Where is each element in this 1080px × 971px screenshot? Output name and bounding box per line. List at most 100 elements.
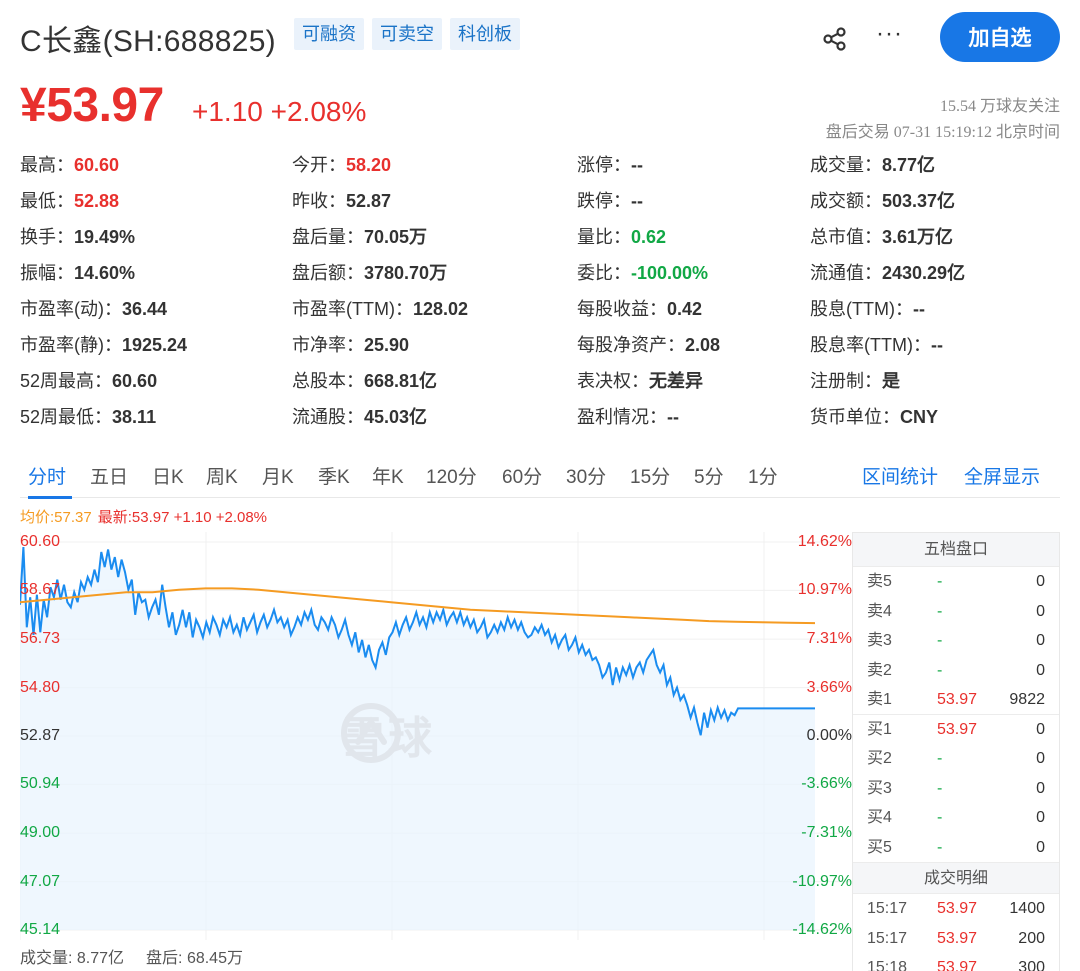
quote-item: 成交量：8.77亿 [810, 150, 935, 180]
order-quantity: 0 [1036, 632, 1045, 649]
quote-item: 总股本：668.81亿 [292, 366, 437, 396]
current-price: ¥53.97 [20, 79, 164, 132]
intraday-chart[interactable]: 雪球 60.60 58.67 56.73 54.80 52.87 50.94 49.00 47… [20, 532, 852, 940]
quote-value: CNY [900, 407, 939, 427]
stock-header: C长鑫(SH:688825) 可融资 可卖空 科创板 ··· 加自选 [20, 12, 1060, 62]
tab-period[interactable]: 月K [262, 462, 294, 489]
quote-value: 3.61万亿 [882, 227, 954, 247]
quote-item: 市盈率(动)：36.44 [20, 294, 167, 324]
quote-value: 19.49% [74, 227, 136, 247]
order-quantity: 0 [1036, 809, 1045, 826]
more-options-icon[interactable]: ··· [876, 20, 903, 48]
y-axis-price-label: 50.94 [20, 775, 61, 793]
trade-row: 15:18 53.97 300 [853, 953, 1059, 971]
quote-value: 45.03亿 [364, 407, 428, 427]
fullscreen-button[interactable]: 全屏显示 [964, 462, 1040, 489]
quote-value: 128.02 [412, 299, 469, 319]
quote-value: 0.42 [667, 299, 703, 319]
tab-period[interactable]: 日K [152, 462, 184, 489]
order-quantity: 0 [1036, 779, 1045, 797]
y-axis-price-label: 60.60 [20, 533, 61, 550]
tab-period[interactable]: 周K [206, 462, 238, 489]
quote-item: 每股收益：0.42 [577, 294, 702, 324]
quote-item: 盈利情况：-- [577, 402, 679, 432]
ask-row: 卖5 - 0 [853, 567, 1059, 597]
quote-item: 表决权：无差异 [577, 366, 703, 396]
quote-row: 52周最低：38.11 流通股：45.03亿 盈利情况：-- 货币单位：CNY [20, 402, 1060, 438]
quote-item: 股息(TTM)：-- [810, 294, 925, 324]
tab-period[interactable]: 30分 [566, 462, 606, 489]
quote-value: 668.81亿 [364, 371, 438, 391]
y-axis-percent-label: -10.97% [792, 872, 852, 890]
add-watchlist-button[interactable]: 加自选 [940, 12, 1060, 62]
quote-value: 52.87 [346, 191, 392, 211]
quote-label: 注册制： [810, 371, 882, 391]
legend-avg-price: 均价:57.37 [20, 509, 92, 526]
order-level-label: 卖3 [867, 632, 892, 649]
quote-label: 市盈率(动)： [20, 299, 122, 319]
quote-value: -- [930, 335, 943, 355]
chart-period-tabs: 分时 五日 日K 周K 月K 季K 年K 120分 60分 30分 15分 5分 1分 区间统计 全屏显示 [20, 458, 1060, 499]
quote-value: -- [631, 155, 643, 175]
tab-period[interactable]: 五日 [90, 462, 128, 489]
quote-item: 最高：60.60 [20, 150, 119, 180]
tag-star-market[interactable]: 科创板 [450, 18, 520, 50]
tab-period[interactable]: 5分 [694, 462, 724, 489]
bid-row: 买1 53.97 0 [853, 715, 1059, 745]
quote-label: 每股收益： [577, 299, 667, 319]
legend-last-price: 最新:53.97 +1.10 +2.08% [97, 509, 268, 526]
order-quantity: 0 [1036, 720, 1045, 738]
quote-value: 70.05万 [364, 227, 428, 247]
trade-time: 盘后交易 07-31 15:19:12 北京时间 [825, 124, 1060, 141]
quote-label: 最低： [20, 191, 74, 211]
y-axis-percent-label: -3.66% [801, 775, 852, 793]
tag-margin[interactable]: 可融资 [294, 18, 364, 50]
share-icon[interactable] [820, 24, 850, 54]
order-level-label: 卖5 [867, 573, 892, 590]
quote-value: 60.60 [112, 371, 158, 391]
quote-value: 36.44 [122, 299, 168, 319]
tab-period[interactable]: 年K [372, 462, 404, 489]
bid-row: 买5 - 0 [853, 833, 1059, 863]
quote-item: 流通值：2430.29亿 [810, 258, 965, 288]
order-quantity: 0 [1036, 661, 1045, 679]
tab-period[interactable]: 120分 [426, 462, 477, 489]
y-axis-percent-label: 0.00% [806, 727, 852, 744]
trade-row: 15:17 53.97 1400 [853, 894, 1059, 924]
tag-short-sell[interactable]: 可卖空 [372, 18, 442, 50]
quote-item: 注册制：是 [810, 366, 900, 396]
order-quantity: 0 [1036, 602, 1045, 620]
chart-legend: 均价:57.37 最新:53.97 +1.10 +2.08% [20, 506, 267, 527]
tab-period[interactable]: 1分 [748, 462, 778, 489]
quote-item: 市盈率(静)：1925.24 [20, 330, 187, 360]
chart-plot [20, 532, 852, 940]
tab-period[interactable]: 季K [318, 462, 350, 489]
order-book-title: 五档盘口 [853, 533, 1059, 567]
y-axis-price-label: 56.73 [20, 630, 61, 648]
quote-label: 换手： [20, 227, 74, 247]
bid-row: 买4 - 0 [853, 803, 1059, 833]
y-axis-price-label: 58.67 [20, 581, 61, 599]
quote-label: 总市值： [810, 227, 882, 247]
price-row: ¥53.97 +1.10 +2.08% 15.54 万球友关注 盘后交易 07-… [20, 78, 1060, 141]
quote-value: 1925.24 [122, 335, 188, 355]
trade-price: 53.97 [937, 900, 978, 917]
y-axis-price-label: 49.00 [20, 824, 61, 842]
quote-row: 最低：52.88 昨收：52.87 跌停：-- 成交额：503.37亿 [20, 186, 1060, 222]
quote-value: 52.88 [74, 191, 120, 211]
quote-value: 8.77亿 [882, 155, 936, 175]
quote-item: 量比：0.62 [577, 222, 666, 252]
quote-label: 市净率： [292, 335, 364, 355]
tab-period[interactable]: 分时 [28, 462, 66, 489]
order-level-label: 卖1 [867, 691, 892, 708]
trade-price: 53.97 [937, 929, 978, 947]
interval-stats-button[interactable]: 区间统计 [862, 462, 938, 489]
y-axis-percent-label: 14.62% [797, 533, 852, 550]
tab-period[interactable]: 15分 [630, 462, 670, 489]
quote-item: 委比：-100.00% [577, 258, 708, 288]
y-axis-price-label: 45.14 [20, 921, 61, 938]
y-axis-price-label: 47.07 [20, 872, 61, 890]
quote-row: 振幅：14.60% 盘后额：3780.70万 委比：-100.00% 流通值：2430… [20, 258, 1060, 294]
tab-period[interactable]: 60分 [502, 462, 542, 489]
quote-label: 涨停： [577, 155, 631, 175]
